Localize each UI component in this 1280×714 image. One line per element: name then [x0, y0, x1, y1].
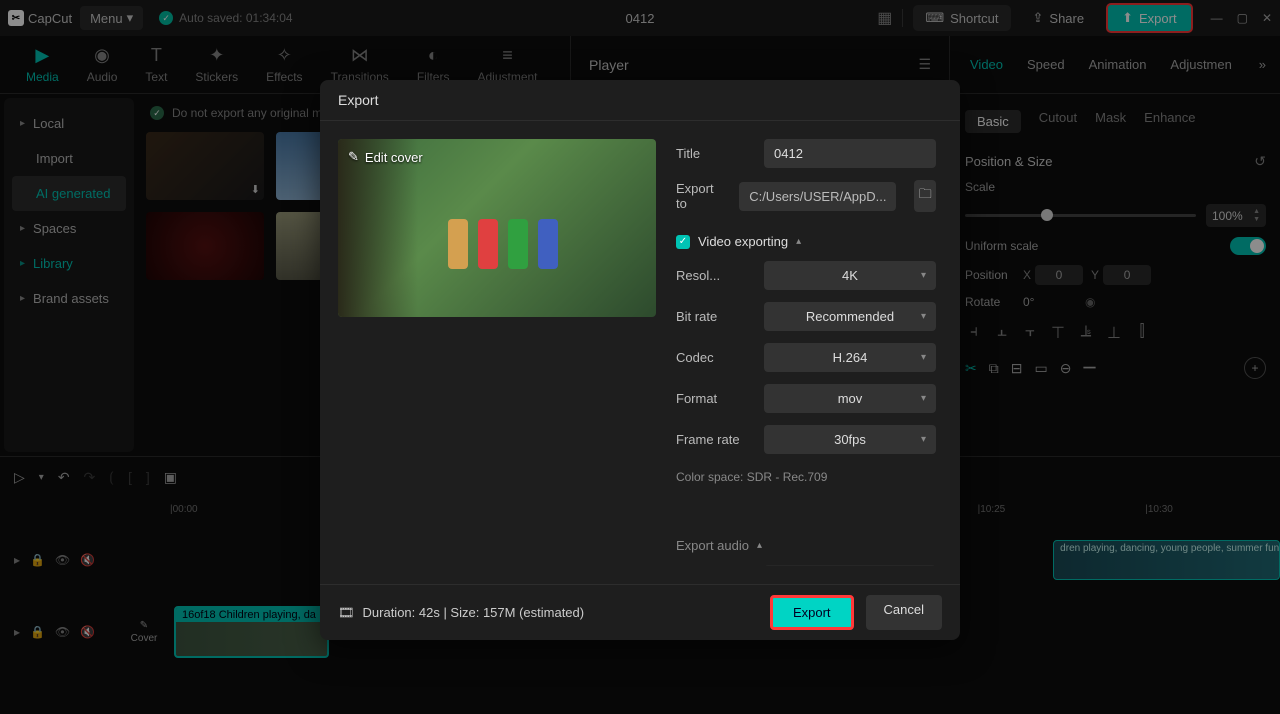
chevron-down-icon: ▾: [921, 352, 926, 363]
chevron-down-icon: ▾: [921, 270, 926, 281]
chevron-down-icon: ▾: [921, 311, 926, 322]
pencil-icon: ✎: [348, 149, 359, 165]
framerate-label: Frame rate: [676, 432, 752, 447]
film-icon: 🎞: [338, 605, 355, 621]
modal-title: Export: [320, 80, 960, 121]
resolution-select[interactable]: 4K▾: [764, 261, 936, 290]
video-exporting-section[interactable]: ✓ Video exporting ▴: [676, 234, 936, 249]
format-label: Format: [676, 391, 752, 406]
bitrate-select[interactable]: Recommended▾: [764, 302, 936, 331]
export-confirm-button[interactable]: Export: [770, 595, 854, 630]
bitrate-label: Bit rate: [676, 309, 752, 324]
cancel-button[interactable]: Cancel: [866, 595, 942, 630]
framerate-select[interactable]: 30fps▾: [764, 425, 936, 454]
duration-info: 🎞Duration: 42s | Size: 157M (estimated): [338, 605, 584, 621]
colorspace-note: Color space: SDR - Rec.709: [676, 470, 936, 484]
title-label: Title: [676, 146, 752, 161]
export-audio-section[interactable]: Export audio ▴: [676, 538, 936, 553]
audio-format-select[interactable]: MP3▾: [764, 565, 936, 566]
title-input[interactable]: 0412: [764, 139, 936, 168]
chevron-up-icon: ▴: [757, 540, 762, 551]
codec-select[interactable]: H.264▾: [764, 343, 936, 372]
checkbox-icon[interactable]: ✓: [676, 235, 690, 249]
format-select[interactable]: mov▾: [764, 384, 936, 413]
exportto-label: Export to: [676, 181, 727, 211]
edit-cover-button[interactable]: ✎Edit cover: [348, 149, 423, 165]
chevron-down-icon: ▾: [921, 434, 926, 445]
browse-folder-button[interactable]: 🗀: [914, 180, 936, 212]
folder-icon: 🗀: [919, 185, 932, 207]
resolution-label: Resol...: [676, 268, 752, 283]
export-modal: Export ✎Edit cover Title 0412 Export to: [320, 80, 960, 640]
exportto-path: C:/Users/USER/AppD...: [739, 182, 896, 211]
cover-preview[interactable]: ✎Edit cover: [338, 139, 656, 317]
chevron-down-icon: ▾: [921, 393, 926, 404]
codec-label: Codec: [676, 350, 752, 365]
chevron-up-icon: ▴: [796, 236, 801, 247]
